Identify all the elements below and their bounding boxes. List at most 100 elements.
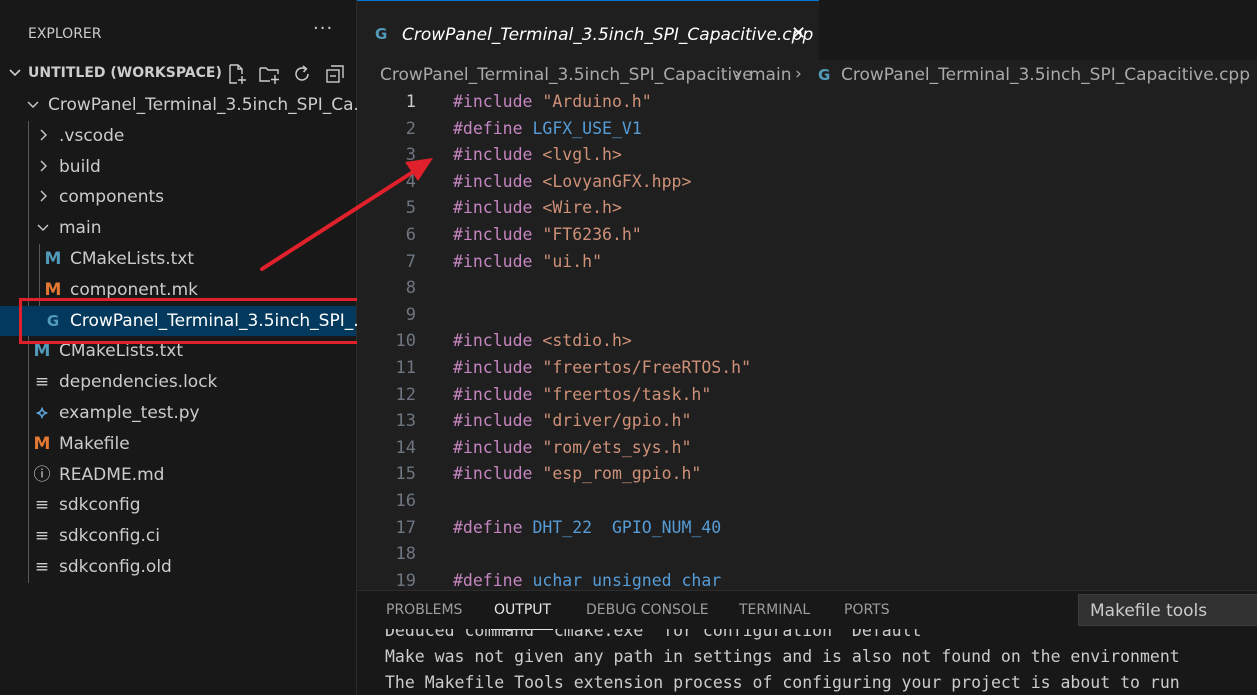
tab-label: CrowPanel_Terminal_3.5inch_SPI_Capacitiv…	[402, 25, 814, 45]
line-number: 1	[405, 92, 416, 112]
code-line: #include "driver/gpio.h"	[453, 411, 691, 430]
code-token: "freertos/task.h"	[542, 384, 712, 404]
make-file-icon: M	[44, 279, 62, 300]
code-line: #include <LovyanGFX.hpp>	[453, 172, 691, 191]
tree-item-label: CrowPanel_Terminal_3.5inch_SPI_Ca...	[48, 95, 370, 115]
code-token: #define	[453, 517, 533, 537]
tree-item-sdkconfig-ci[interactable]: ≡ sdkconfig.ci	[0, 521, 356, 551]
tree-item-dependencies-lock[interactable]: ≡ dependencies.lock	[0, 367, 356, 397]
line-number: 14	[395, 437, 416, 458]
code-token: #define	[453, 118, 533, 138]
tree-item-build[interactable]: build	[0, 152, 356, 182]
lines-file-icon: ≡	[34, 526, 50, 547]
cpp-file-icon: G	[818, 66, 831, 84]
code-token: "Arduino.h"	[542, 92, 652, 111]
tree-item-main[interactable]: main	[0, 213, 356, 243]
new-folder-icon[interactable]	[258, 63, 280, 85]
line-number: 10	[395, 331, 416, 352]
tree-item-label: dependencies.lock	[59, 372, 218, 393]
chevron-down-icon	[37, 224, 49, 232]
tree-item-components[interactable]: components	[0, 182, 356, 212]
code-token: #include	[453, 145, 543, 165]
code-token: #include	[453, 92, 543, 111]
tab-crowpanel-cpp[interactable]: G CrowPanel_Terminal_3.5inch_SPI_Capacit…	[357, 0, 819, 60]
tree-item-label: CMakeLists.txt	[59, 341, 184, 362]
workspace-header[interactable]: UNTITLED (WORKSPACE)	[0, 59, 356, 90]
line-number: 3	[405, 145, 416, 166]
python-file-icon: ⟡	[36, 403, 48, 423]
tree-item-label: example_test.py	[59, 403, 200, 423]
tree-item-sdkconfig[interactable]: ≡ sdkconfig	[0, 490, 356, 520]
chevron-right-icon	[40, 129, 47, 141]
tab-terminal[interactable]: TERMINAL	[739, 602, 810, 618]
breadcrumb-file[interactable]: CrowPanel_Terminal_3.5inch_SPI_Capacitiv…	[841, 65, 1250, 85]
line-number: 11	[395, 358, 416, 378]
code-token: #include	[453, 411, 543, 431]
output-source-label: Makefile tools	[1090, 601, 1208, 621]
more-actions-icon[interactable]: ···	[313, 18, 333, 39]
code-line: #include "freertos/FreeRTOS.h"	[453, 358, 751, 377]
code-token: LGFX_USE_V1	[532, 118, 642, 138]
cpp-file-icon: G	[375, 25, 388, 43]
line-number: 17	[395, 517, 416, 538]
code-token: "freertos/FreeRTOS.h"	[542, 358, 752, 377]
tree-item-readme-md[interactable]: ⓘ README.md	[0, 460, 356, 490]
lines-file-icon: ≡	[34, 557, 50, 577]
code-token: #include	[453, 251, 543, 271]
info-file-icon: ⓘ	[33, 464, 51, 485]
tree-item-crowpanel-terminal-3-5inch-spi-ca[interactable]: CrowPanel_Terminal_3.5inch_SPI_Ca...	[0, 90, 370, 120]
breadcrumb-main[interactable]: main	[749, 65, 791, 85]
line-number: 13	[395, 411, 416, 432]
new-file-icon[interactable]	[226, 63, 248, 85]
refresh-icon[interactable]	[291, 63, 313, 85]
tree-item-sdkconfig-old[interactable]: ≡ sdkconfig.old	[0, 552, 356, 582]
output-source-select[interactable]: Makefile tools	[1078, 594, 1257, 626]
tree-item-example-test-py[interactable]: ⟡ example_test.py	[0, 398, 356, 428]
tree-item-label: sdkconfig.ci	[59, 526, 160, 547]
code-line: #include <lvgl.h>	[453, 145, 622, 164]
code-token: #include	[453, 384, 543, 404]
breadcrumb-folder[interactable]: CrowPanel_Terminal_3.5inch_SPI_Capacitiv…	[380, 65, 753, 85]
tree-item-cmakelists-txt[interactable]: M CMakeLists.txt	[0, 244, 356, 274]
explorer-title: EXPLORER	[28, 26, 102, 42]
tree-item-label: sdkconfig.old	[59, 557, 172, 577]
code-token: #include	[453, 437, 543, 457]
output-line: The Makefile Tools extension process of …	[385, 673, 1180, 692]
tab-debug-console[interactable]: DEBUG CONSOLE	[586, 602, 709, 618]
tree-item-label: components	[59, 187, 165, 208]
tree-item-label: main	[59, 218, 102, 239]
editor-tab-bar: G CrowPanel_Terminal_3.5inch_SPI_Capacit…	[357, 0, 1257, 60]
make-file-icon: M	[33, 433, 51, 454]
explorer-header: EXPLORER ···	[0, 0, 356, 50]
code-line: #include "FT6236.h"	[453, 225, 642, 244]
line-number: 19	[395, 570, 416, 590]
code-editor[interactable]: 1 #include "Arduino.h" 2 #define LGFX_USE_V…	[357, 90, 1257, 590]
code-line: #define DHT_22 GPIO_NUM_40	[453, 518, 721, 537]
code-line: #include "ui.h"	[453, 252, 602, 271]
code-line: #include <stdio.h>	[453, 331, 632, 350]
code-line: #include "rom/ets_sys.h"	[453, 438, 691, 457]
explorer-sidebar: EXPLORER ··· UNTITLED (WORKSPACE) CrowPa…	[0, 0, 370, 695]
tree-item-label: Makefile	[59, 433, 130, 454]
code-line: #include "esp_rom_gpio.h"	[453, 464, 701, 483]
code-token: #include	[453, 198, 543, 218]
line-number: 5	[405, 198, 416, 219]
code-token: "ui.h"	[542, 251, 603, 271]
cmake-file-icon: M	[33, 341, 51, 362]
line-number: 6	[405, 225, 416, 245]
tree-item-label: CMakeLists.txt	[70, 249, 195, 269]
line-number: 18	[395, 544, 416, 565]
code-line: #include <Wire.h>	[453, 198, 622, 217]
tab-problems[interactable]: PROBLEMS	[386, 602, 462, 618]
tab-ports[interactable]: PORTS	[844, 602, 890, 618]
code-token: "FT6236.h"	[542, 225, 642, 244]
code-token: #include	[453, 464, 543, 484]
tab-output[interactable]: OUTPUT	[494, 602, 551, 618]
collapse-all-icon[interactable]	[324, 63, 346, 85]
close-icon[interactable]: ✕	[791, 23, 806, 44]
tree-item-makefile[interactable]: M Makefile	[0, 429, 356, 459]
line-number: 15	[395, 464, 416, 485]
code-token: <LovyanGFX.hpp>	[542, 171, 692, 191]
tree-item-vscode[interactable]: .vscode	[0, 121, 356, 151]
code-line: #include "freertos/task.h"	[453, 385, 711, 404]
